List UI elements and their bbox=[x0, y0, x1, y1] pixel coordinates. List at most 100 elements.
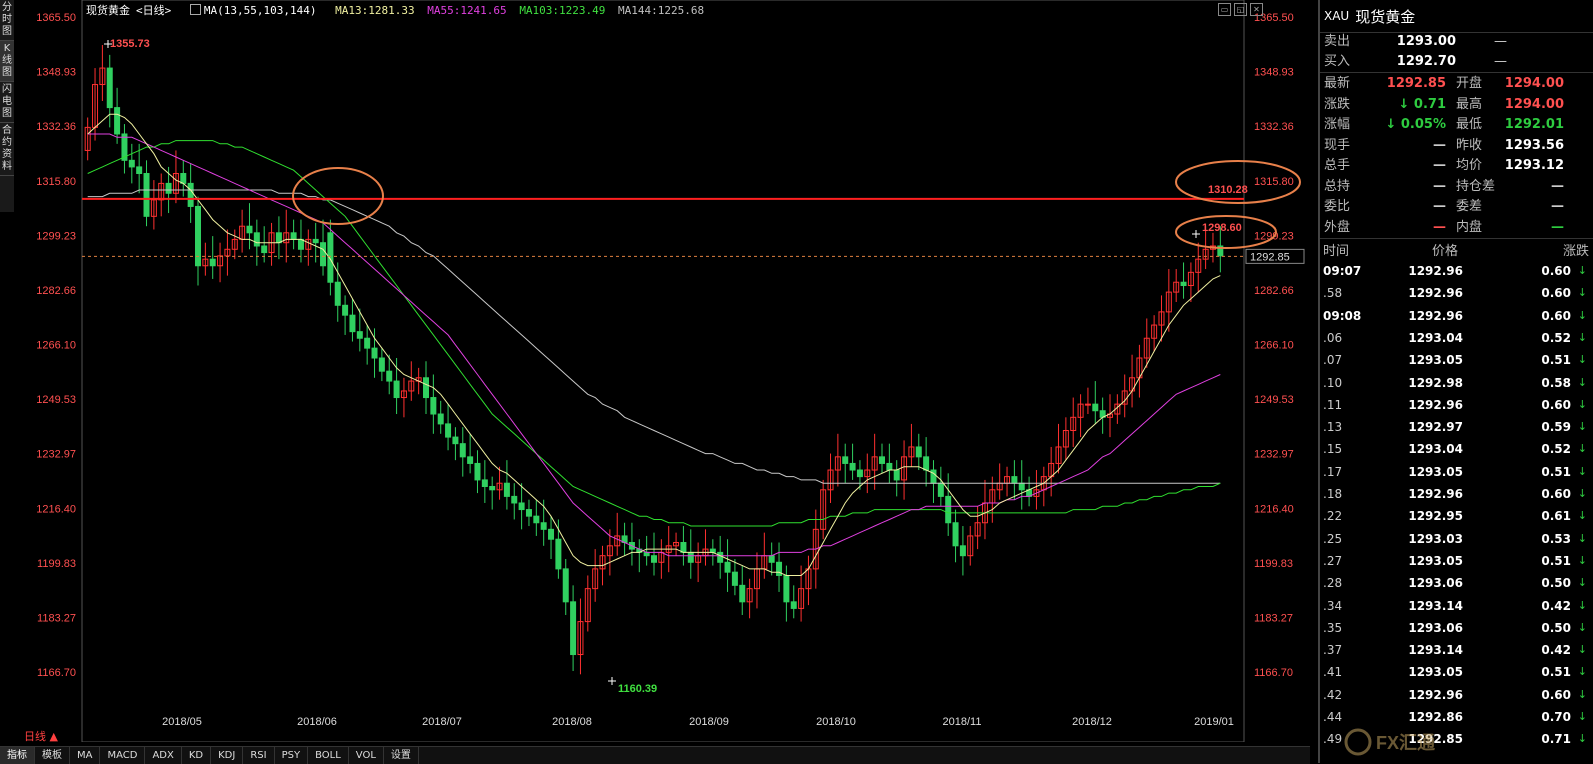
indicator-kdj[interactable]: KDJ bbox=[211, 747, 244, 764]
ma13-line bbox=[87, 113, 1221, 576]
divider bbox=[1320, 238, 1593, 239]
candle-body bbox=[342, 304, 349, 316]
quote-value: ↓ 0.71 bbox=[1398, 96, 1447, 112]
tick-time: .15 bbox=[1323, 442, 1343, 457]
quote-row: 委比 — 委差 — bbox=[1324, 197, 1593, 217]
tab-templates[interactable]: 模板 bbox=[35, 747, 70, 764]
plot-frame bbox=[81, 0, 1245, 742]
down-arrow-icon: ↓ bbox=[1577, 732, 1587, 746]
tick-time: 09:07 bbox=[1323, 264, 1362, 278]
candle-body bbox=[945, 495, 952, 524]
candle-body bbox=[356, 331, 363, 339]
restore-icon[interactable]: ◱ bbox=[1234, 3, 1247, 16]
candle-body bbox=[187, 182, 194, 207]
indicator-kd[interactable]: KD bbox=[182, 747, 212, 764]
indicator-psy[interactable]: PSY bbox=[275, 747, 309, 764]
candle-body bbox=[393, 380, 400, 399]
candle-body bbox=[525, 509, 532, 517]
candle-body bbox=[842, 456, 849, 464]
y-tick-label-left: 1232.97 bbox=[36, 449, 76, 461]
down-arrow-icon: ↓ bbox=[1577, 264, 1587, 277]
settings-tab[interactable]: 设置 bbox=[384, 747, 419, 764]
tick-time: 09:08 bbox=[1323, 308, 1362, 323]
y-tick-label-left: 1332.36 bbox=[36, 121, 76, 133]
x-tick-label: 2018/09 bbox=[689, 716, 729, 728]
period-selector[interactable]: 日线 ▲ bbox=[24, 728, 58, 744]
indicator-macd[interactable]: MACD bbox=[100, 747, 146, 764]
tab-contract-info[interactable]: 合约资料 bbox=[0, 123, 14, 176]
x-tick-label: 2018/05 bbox=[162, 716, 202, 728]
tick-row: .15 1293.04 0.52 ↓ bbox=[1320, 438, 1593, 460]
down-arrow-icon: ↓ bbox=[1577, 598, 1587, 612]
ma-params[interactable]: MA(13,55,103,144) bbox=[189, 4, 323, 17]
indicator-ma[interactable]: MA bbox=[70, 747, 101, 764]
candle-body bbox=[533, 515, 540, 524]
candle-body bbox=[915, 446, 922, 458]
tick-change: 0.59 bbox=[1541, 420, 1571, 435]
x-tick-label: 2018/08 bbox=[552, 716, 592, 728]
close-icon[interactable]: ✕ bbox=[1250, 3, 1263, 16]
quote-row: 涨幅 ↓ 0.05% 最低 1292.01 bbox=[1324, 115, 1593, 135]
tick-row: .37 1293.14 0.42 ↓ bbox=[1320, 639, 1593, 661]
chart-window-controls: ▭ ◱ ✕ bbox=[1218, 3, 1263, 16]
y-tick-label-right: 1249.53 bbox=[1254, 394, 1294, 406]
candle-body bbox=[371, 347, 378, 359]
tab-indicators[interactable]: 指标 bbox=[0, 747, 35, 764]
x-tick-label: 2018/11 bbox=[943, 716, 982, 728]
symbol-code: XAU bbox=[1324, 9, 1350, 23]
tick-change: 0.71 bbox=[1541, 732, 1571, 747]
tick-row: .13 1292.97 0.59 ↓ bbox=[1320, 416, 1593, 438]
tick-row: .35 1293.06 0.50 ↓ bbox=[1320, 617, 1593, 639]
y-tick-label-right: 1232.97 bbox=[1254, 449, 1294, 461]
tab-timeshare[interactable]: 分时图 bbox=[0, 0, 14, 41]
tick-row: .07 1293.05 0.51 ↓ bbox=[1320, 349, 1593, 371]
quote-value: — bbox=[1433, 178, 1446, 194]
tick-price: 1293.05 bbox=[1408, 353, 1463, 368]
candle-body bbox=[246, 225, 253, 234]
indicator-adx[interactable]: ADX bbox=[145, 747, 182, 764]
candle-body bbox=[724, 561, 731, 573]
candle-body bbox=[783, 574, 790, 603]
indicator-rsi[interactable]: RSI bbox=[243, 747, 275, 764]
quote-row: 总持 — 持仓差 — bbox=[1324, 177, 1593, 197]
tick-header: 时间 价格 涨跌 bbox=[1320, 240, 1593, 260]
tick-change: 0.42 bbox=[1541, 643, 1571, 658]
tick-change: 0.50 bbox=[1541, 620, 1571, 635]
y-tick-label-left: 1183.27 bbox=[37, 612, 76, 624]
kline-chart[interactable]: 1365.50 1365.501348.93 1348.931332.36 1332.… bbox=[14, 0, 1310, 742]
candle-body bbox=[1084, 403, 1091, 406]
tick-change: 0.61 bbox=[1541, 509, 1571, 524]
indicator-boll[interactable]: BOLL bbox=[308, 747, 349, 764]
down-arrow-icon: ↓ bbox=[1577, 487, 1587, 500]
symbol-name: 现货黄金 bbox=[1355, 7, 1416, 26]
x-tick-label: 2018/12 bbox=[1072, 716, 1112, 728]
indicator-icon bbox=[189, 4, 201, 15]
y-tick-label-left: 1266.10 bbox=[36, 340, 76, 352]
tick-price: 1293.06 bbox=[1408, 620, 1463, 635]
tick-change: 0.70 bbox=[1541, 710, 1571, 724]
tick-time: .41 bbox=[1323, 665, 1343, 680]
tick-row: .10 1292.98 0.58 ↓ bbox=[1320, 372, 1593, 394]
tick-price: 1292.96 bbox=[1408, 397, 1463, 412]
down-arrow-icon: ↓ bbox=[1577, 576, 1587, 590]
tick-price: 1292.95 bbox=[1408, 509, 1463, 524]
buy-row: 买入 1292.70 — bbox=[1324, 52, 1593, 72]
quote-value: 1292.85 bbox=[1386, 76, 1446, 91]
tab-kline[interactable]: K线图 bbox=[0, 41, 14, 82]
candle-body bbox=[136, 166, 143, 175]
tick-header-price: 价格 bbox=[1432, 244, 1459, 259]
tick-price: 1292.96 bbox=[1408, 264, 1463, 278]
minimize-icon[interactable]: ▭ bbox=[1218, 3, 1231, 16]
quote-value: 1294.00 bbox=[1504, 76, 1564, 91]
quote-label: 现手 bbox=[1324, 137, 1351, 153]
quote-label: 涨跌 bbox=[1324, 96, 1351, 112]
indicator-vol[interactable]: VOL bbox=[349, 747, 384, 764]
tick-time: .06 bbox=[1323, 330, 1343, 345]
candle-body bbox=[106, 67, 113, 109]
quote-value: — bbox=[1433, 219, 1446, 235]
sell-label: 卖出 bbox=[1324, 34, 1351, 49]
tab-flash[interactable]: 闪电图 bbox=[0, 82, 14, 123]
tick-row: 09:08 1292.96 0.60 ↓ bbox=[1320, 305, 1593, 327]
quote-label: 持仓差 bbox=[1456, 178, 1496, 194]
candle-body bbox=[378, 357, 385, 372]
